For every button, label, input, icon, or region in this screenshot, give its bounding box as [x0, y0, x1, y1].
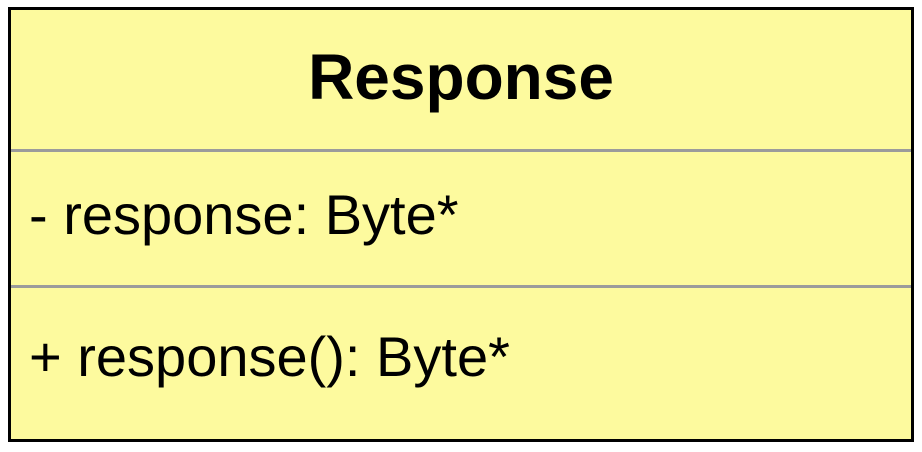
- attributes-compartment: - response: Byte*: [11, 152, 911, 285]
- operation-item: + response(): Byte*: [29, 324, 510, 388]
- class-name: Response: [308, 41, 614, 113]
- operations-compartment: + response(): Byte*: [11, 288, 911, 439]
- class-name-compartment: Response: [11, 10, 911, 150]
- uml-class-response[interactable]: Response - response: Byte* + response():…: [8, 7, 914, 442]
- attribute-item: - response: Byte*: [29, 182, 459, 246]
